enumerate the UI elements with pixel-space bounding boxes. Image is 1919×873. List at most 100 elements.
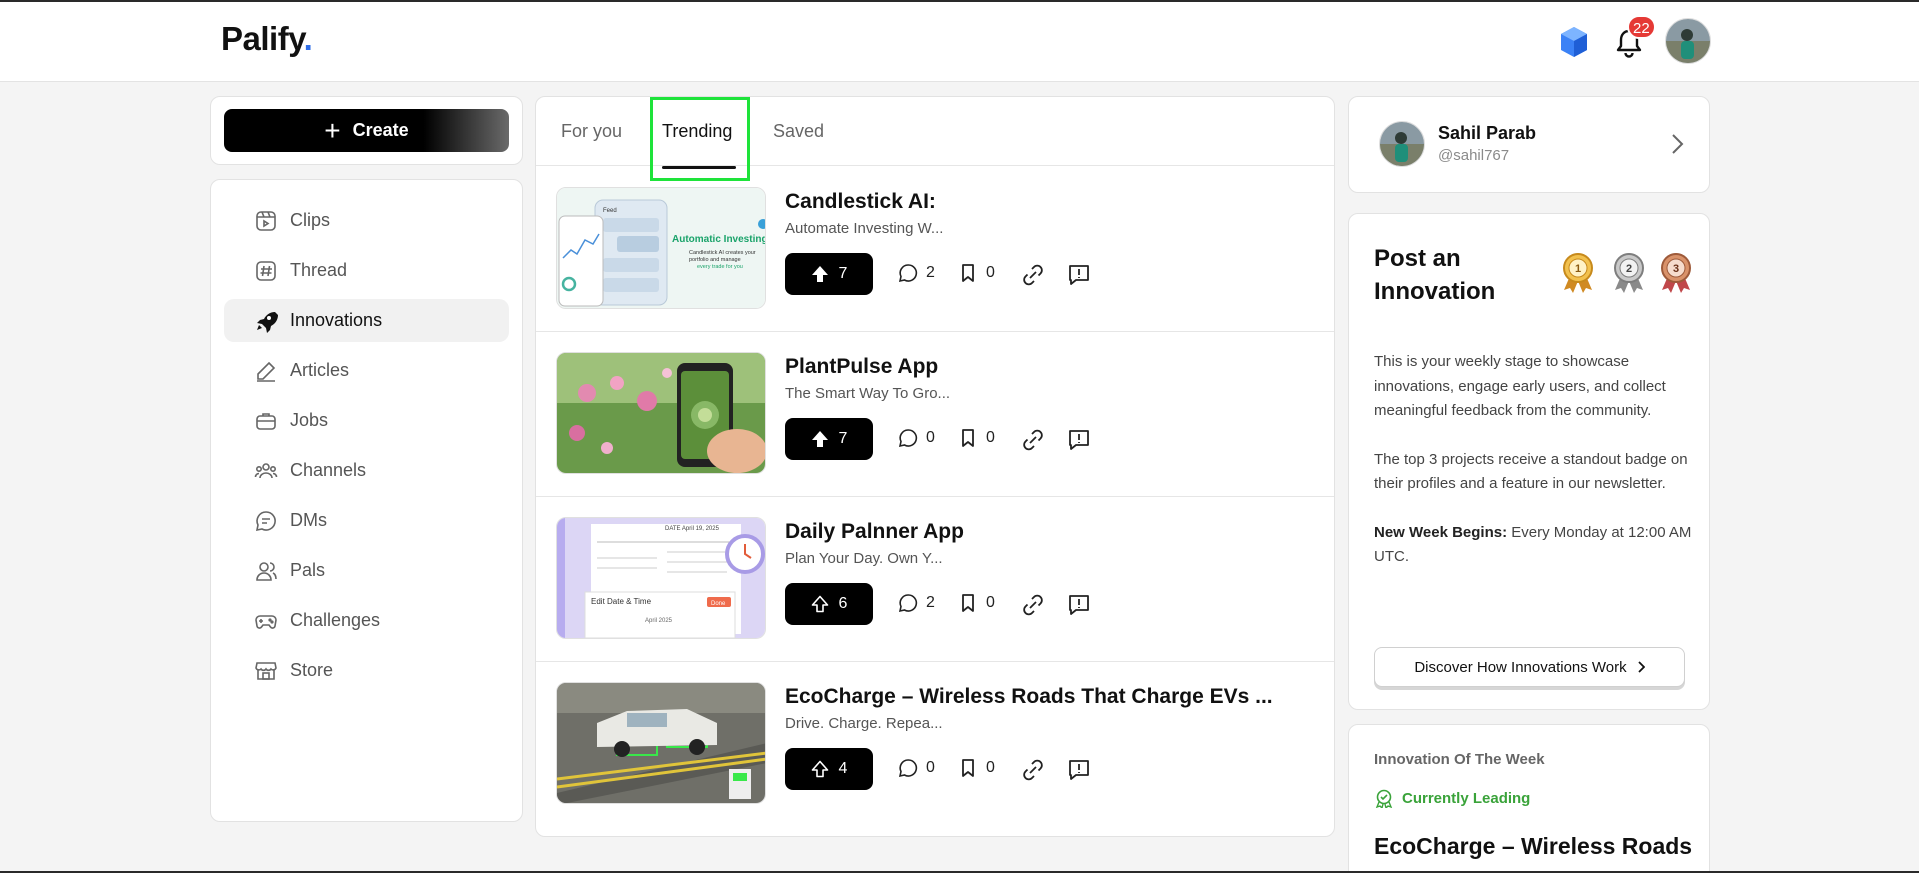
pen-icon — [252, 357, 280, 385]
svg-text:Done: Done — [711, 601, 726, 607]
create-button[interactable]: + Create — [224, 109, 509, 152]
notification-count-badge: 22 — [1627, 15, 1656, 39]
briefcase-icon — [252, 407, 280, 435]
discover-innovations-button[interactable]: Discover How Innovations Work — [1374, 647, 1685, 687]
bronze-medal-icon: 3 — [1661, 253, 1691, 293]
post-subtitle: Drive. Charge. Repea... — [785, 715, 943, 732]
comment-button[interactable]: 0 — [898, 758, 935, 778]
sidebar-item-pals[interactable]: Pals — [224, 549, 509, 592]
svg-text:portfolio and manage: portfolio and manage — [689, 257, 741, 263]
svg-text:Edit Date & Time: Edit Date & Time — [591, 597, 652, 606]
svg-text:2: 2 — [1626, 263, 1632, 275]
upvote-button[interactable]: 7 — [785, 418, 873, 460]
profile-name: Sahil Parab — [1438, 123, 1537, 143]
feedback-icon[interactable] — [1067, 593, 1091, 617]
post-title[interactable]: PlantPulse App — [785, 355, 938, 379]
sidebar-item-innovations[interactable]: Innovations — [224, 299, 509, 342]
post-subtitle: The Smart Way To Gro... — [785, 385, 951, 402]
link-icon[interactable] — [1021, 428, 1045, 452]
chevron-right-icon — [1638, 661, 1645, 673]
save-button[interactable]: 0 — [958, 593, 995, 613]
profile-avatar[interactable] — [1379, 121, 1425, 167]
bookmark-icon — [962, 759, 974, 777]
post-title[interactable]: Daily Palnner App — [785, 520, 964, 544]
palify-logo[interactable]: Palify. — [221, 20, 313, 58]
innovation-of-week-label: Innovation Of The Week — [1374, 751, 1545, 768]
upvote-outline-icon — [811, 595, 828, 613]
svg-text:Feed: Feed — [603, 208, 617, 214]
bookmark-icon — [962, 429, 974, 447]
top-bar: Palify. 22 — [0, 0, 1919, 82]
post-title[interactable]: EcoCharge – Wireless Roads That Charge E… — [785, 685, 1273, 709]
gem-icon[interactable] — [1557, 25, 1591, 59]
window-edge — [0, 0, 1919, 2]
sidebar-item-challenges[interactable]: Challenges — [224, 599, 509, 642]
post-title[interactable]: Candlestick AI: — [785, 190, 936, 214]
sidebar-item-thread[interactable]: Thread — [224, 249, 509, 292]
svg-text:3: 3 — [1673, 263, 1679, 275]
post-thumbnail[interactable]: DATE April 19, 2025 Edit Date & Time Don… — [556, 517, 766, 639]
people-icon — [252, 457, 280, 485]
innovation-of-week-title[interactable]: EcoCharge – Wireless Roads — [1374, 833, 1692, 860]
svg-text:Candlestick AI creates your: Candlestick AI creates your — [689, 250, 756, 256]
tab-for-you[interactable]: For you — [561, 121, 622, 142]
post-innovation-title: Post an Innovation — [1374, 245, 1496, 305]
feed: For you Trending Saved Feed Automatic In… — [535, 96, 1335, 837]
post-card[interactable]: Feed Automatic Investing Candlestick AI … — [536, 167, 1334, 332]
chat-icon — [252, 507, 280, 535]
sidebar-item-jobs[interactable]: Jobs — [224, 399, 509, 442]
comment-button[interactable]: 2 — [898, 593, 935, 613]
post-card[interactable]: DATE April 19, 2025 Edit Date & Time Don… — [536, 497, 1334, 662]
silver-medal-icon: 2 — [1614, 253, 1644, 293]
link-icon[interactable] — [1021, 758, 1045, 782]
comment-button[interactable]: 2 — [898, 263, 935, 283]
tab-saved[interactable]: Saved — [773, 121, 824, 142]
innovation-of-week-card[interactable]: Innovation Of The Week Currently Leading… — [1348, 724, 1710, 873]
rocket-icon — [252, 307, 280, 335]
post-thumbnail[interactable]: Feed Automatic Investing Candlestick AI … — [556, 187, 766, 309]
sidebar-item-store[interactable]: Store — [224, 649, 509, 692]
comment-icon — [898, 594, 918, 613]
sidebar-nav: Clips Thread Innovations Articles Jobs C… — [210, 179, 523, 822]
link-icon[interactable] — [1021, 263, 1045, 287]
upvote-button[interactable]: 6 — [785, 583, 873, 625]
upvote-outline-icon — [811, 760, 828, 778]
post-thumbnail[interactable] — [556, 352, 766, 474]
post-card[interactable]: EcoCharge – Wireless Roads That Charge E… — [536, 662, 1334, 827]
save-button[interactable]: 0 — [958, 428, 995, 448]
clips-icon — [252, 207, 280, 235]
sidebar-item-channels[interactable]: Channels — [224, 449, 509, 492]
comment-button[interactable]: 0 — [898, 428, 935, 448]
feedback-icon[interactable] — [1067, 758, 1091, 782]
gold-medal-icon: 1 — [1563, 253, 1593, 293]
save-button[interactable]: 0 — [958, 263, 995, 283]
gamepad-icon — [252, 607, 280, 635]
profile-card[interactable]: Sahil Parab @sahil767 — [1348, 96, 1710, 193]
svg-text:April 2025: April 2025 — [645, 618, 673, 624]
currently-leading-badge: Currently Leading — [1374, 788, 1530, 808]
save-button[interactable]: 0 — [958, 758, 995, 778]
svg-text:1: 1 — [1575, 263, 1581, 275]
feedback-icon[interactable] — [1067, 428, 1091, 452]
svg-text:Automatic Investing: Automatic Investing — [672, 234, 766, 245]
upvote-button[interactable]: 4 — [785, 748, 873, 790]
svg-text:every trade for you: every trade for you — [697, 264, 743, 270]
post-subtitle: Plan Your Day. Own Y... — [785, 550, 943, 567]
sidebar-item-articles[interactable]: Articles — [224, 349, 509, 392]
feedback-icon[interactable] — [1067, 263, 1091, 287]
upvote-button[interactable]: 7 — [785, 253, 873, 295]
link-icon[interactable] — [1021, 593, 1045, 617]
create-card: + Create — [210, 96, 523, 165]
comment-icon — [898, 429, 918, 448]
profile-handle: @sahil767 — [1438, 147, 1510, 164]
post-innovation-card: Post an Innovation 1 2 3 This is your we… — [1348, 213, 1710, 710]
hash-icon — [252, 257, 280, 285]
pals-icon — [252, 557, 280, 585]
post-thumbnail[interactable] — [556, 682, 766, 804]
user-avatar[interactable] — [1665, 18, 1711, 64]
post-card[interactable]: PlantPulse App The Smart Way To Gro... 7… — [536, 332, 1334, 497]
sidebar-item-dms[interactable]: DMs — [224, 499, 509, 542]
bookmark-icon — [962, 594, 974, 612]
sidebar-item-clips[interactable]: Clips — [224, 199, 509, 242]
chevron-right-icon[interactable] — [1667, 131, 1687, 157]
